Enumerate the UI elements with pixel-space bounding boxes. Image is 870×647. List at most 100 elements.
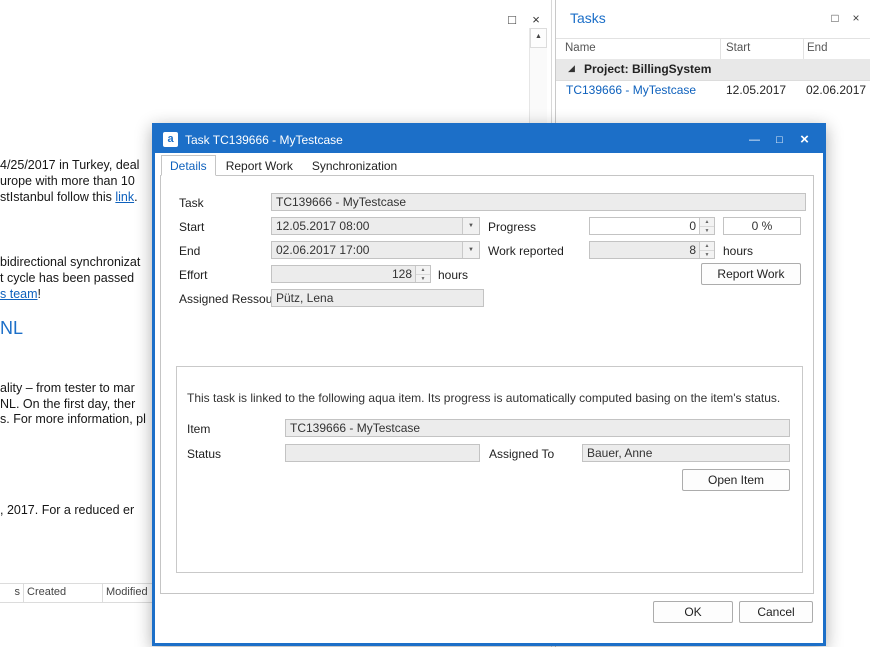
task-label: Task [179, 196, 204, 210]
task-field: TC139666 - MyTestcase [271, 193, 806, 211]
column-separator [720, 39, 721, 59]
bg-text-line: 4/25/2017 in Turkey, deal [0, 158, 139, 172]
hyperlink[interactable]: s team [0, 287, 38, 301]
bg-text-line: NL. On the first day, ther [0, 397, 135, 411]
assigned-resource-field: Pütz, Lena [271, 289, 484, 307]
work-reported-value: 8 [689, 242, 696, 258]
bg-text-line: bidirectional synchronizat [0, 255, 140, 269]
close-icon: × [800, 131, 809, 148]
text-segment: . [134, 190, 137, 204]
progress-spinner[interactable]: 0 ▲▼ [589, 217, 715, 235]
close-icon[interactable]: × [849, 11, 863, 25]
end-date-value: 02.06.2017 17:00 [276, 242, 369, 258]
tasks-grid-header: Name Start End [556, 38, 870, 60]
scroll-up-icon: ▲ [535, 33, 542, 40]
task-row[interactable]: TC139666 - MyTestcase 12.05.2017 02.06.2… [556, 81, 870, 100]
column-header-end[interactable]: End [807, 42, 827, 54]
maximize-icon[interactable]: □ [504, 12, 520, 27]
bg-text-line: urope with more than 10 [0, 174, 135, 188]
bg-text-line: ality – from tester to mar [0, 381, 135, 395]
spinner-buttons[interactable]: ▲▼ [415, 266, 430, 282]
tasks-panel-controls: □ × [828, 11, 863, 25]
end-label: End [179, 244, 200, 258]
start-date-value: 12.05.2017 08:00 [276, 218, 369, 234]
start-label: Start [179, 220, 204, 234]
maximize-icon: □ [776, 134, 783, 146]
status-field [285, 444, 480, 462]
tab-synchronization[interactable]: Synchronization [303, 155, 406, 176]
dropdown-icon[interactable]: ▼ [462, 242, 479, 258]
column-header-start[interactable]: Start [726, 42, 750, 54]
linked-item-groupbox: This task is linked to the following aqu… [176, 366, 803, 573]
tab-details[interactable]: Details [161, 155, 216, 176]
bg-text-line: , 2017. For a reduced er [0, 503, 134, 517]
tab-report-work[interactable]: Report Work [217, 155, 302, 176]
dialog-title: Task TC139666 - MyTestcase [185, 133, 742, 147]
spin-up-icon[interactable]: ▲ [416, 266, 430, 275]
task-start-date: 12.05.2017 [726, 83, 786, 97]
app-logo-icon: a [163, 132, 178, 147]
spin-up-icon: ▲ [700, 242, 714, 251]
assigned-to-field: Bauer, Anne [582, 444, 790, 462]
end-date-combo[interactable]: 02.06.2017 17:00 ▼ [271, 241, 480, 259]
maximize-button[interactable]: □ [767, 134, 792, 146]
scroll-up-button[interactable]: ▲ [530, 28, 547, 48]
bg-text-line: stIstanbul follow this link. [0, 190, 138, 204]
panel-title: Tasks [570, 10, 606, 26]
column-header-name[interactable]: Name [565, 42, 596, 54]
work-reported-unit: hours [723, 244, 753, 258]
text-segment: ! [38, 287, 41, 301]
dialog-titlebar[interactable]: a Task TC139666 - MyTestcase — □ × [155, 126, 823, 153]
dialog-body: Details Report Work Synchronization Task… [155, 153, 823, 637]
details-tab-page: Task TC139666 - MyTestcase Start 12.05.2… [160, 175, 814, 594]
report-work-button[interactable]: Report Work [701, 263, 801, 285]
maximize-icon[interactable]: □ [828, 11, 842, 25]
spin-down-icon[interactable]: ▼ [700, 227, 714, 235]
dropdown-icon[interactable]: ▼ [462, 218, 479, 234]
effort-value: 128 [392, 266, 412, 282]
status-label: Status [187, 447, 221, 461]
item-label: Item [187, 422, 210, 436]
bg-window-controls: □ × [504, 12, 544, 27]
effort-spinner[interactable]: 128 ▲▼ [271, 265, 431, 283]
task-end-date: 02.06.2017 [806, 83, 866, 97]
spin-up-icon[interactable]: ▲ [700, 218, 714, 227]
column-header[interactable]: Created [24, 584, 103, 602]
spinner-buttons[interactable]: ▲▼ [699, 218, 714, 234]
work-reported-spinner: 8 ▲▼ [589, 241, 715, 259]
group-expander-icon[interactable]: ◢ [568, 63, 575, 74]
bg-text-line: s. For more information, pl [0, 412, 146, 426]
bg-heading: NL [0, 318, 23, 339]
item-field: TC139666 - MyTestcase [285, 419, 790, 437]
tab-strip: Details Report Work Synchronization [161, 155, 407, 176]
group-label: Project: BillingSystem [584, 62, 711, 76]
progress-value: 0 [689, 218, 696, 234]
bg-text-line: s team! [0, 287, 41, 301]
hyperlink[interactable]: link [115, 190, 134, 204]
close-button[interactable]: × [792, 131, 817, 148]
progress-percent-box: 0 % [723, 217, 801, 235]
cancel-button[interactable]: Cancel [739, 601, 813, 623]
close-icon[interactable]: × [528, 12, 544, 27]
column-separator [803, 39, 804, 59]
minimize-button[interactable]: — [742, 134, 767, 146]
ok-button[interactable]: OK [653, 601, 733, 623]
group-row-project[interactable]: ◢ Project: BillingSystem [556, 59, 870, 81]
column-header[interactable]: s [0, 584, 24, 602]
bg-text-line: t cycle has been passed [0, 271, 134, 285]
spin-down-icon[interactable]: ▼ [416, 275, 430, 283]
spinner-buttons: ▲▼ [699, 242, 714, 258]
work-reported-label: Work reported [488, 244, 564, 258]
task-link[interactable]: TC139666 - MyTestcase [566, 83, 696, 97]
open-item-button[interactable]: Open Item [682, 469, 790, 491]
spin-down-icon: ▼ [700, 251, 714, 259]
effort-label: Effort [179, 268, 207, 282]
progress-label: Progress [488, 220, 536, 234]
effort-unit: hours [438, 268, 468, 282]
minimize-icon: — [749, 134, 760, 146]
linked-item-description: This task is linked to the following aqu… [187, 391, 792, 405]
text-segment: stIstanbul follow this [0, 190, 115, 204]
start-date-combo[interactable]: 12.05.2017 08:00 ▼ [271, 217, 480, 235]
assigned-to-label: Assigned To [489, 447, 554, 461]
task-dialog: a Task TC139666 - MyTestcase — □ × Detai… [152, 123, 826, 646]
